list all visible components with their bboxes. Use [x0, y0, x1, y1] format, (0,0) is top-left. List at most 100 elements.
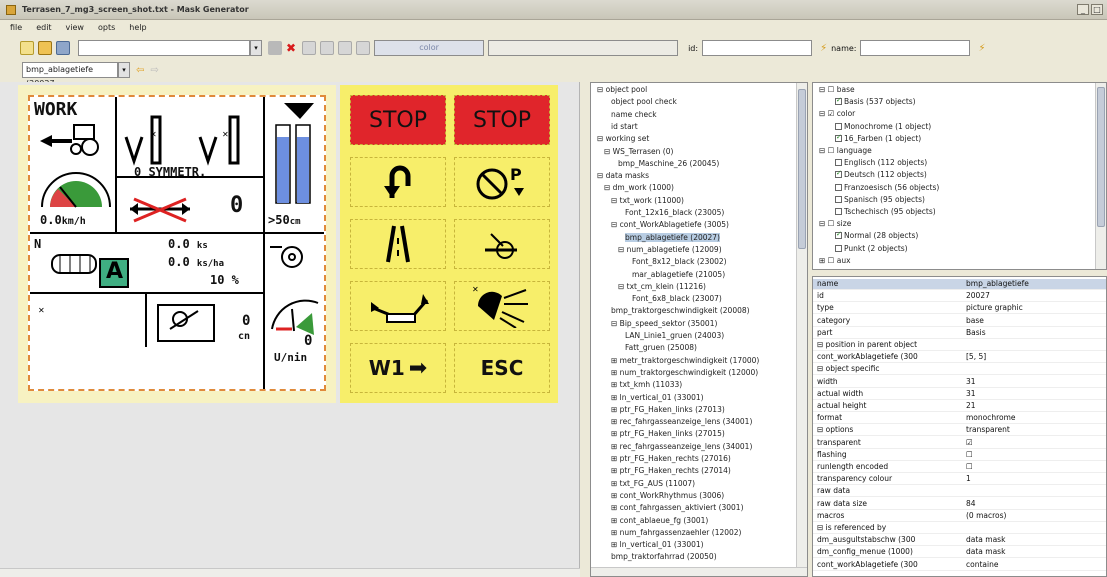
- property-value[interactable]: [5, 5]: [963, 352, 1105, 363]
- filter-node[interactable]: Normal (28 objects): [835, 230, 918, 240]
- tree-node[interactable]: Font_12x16_black (23005): [625, 208, 724, 217]
- selector-dropdown-icon[interactable]: ▾: [118, 62, 130, 78]
- property-row[interactable]: format monochrome: [813, 413, 1106, 425]
- copy-icon[interactable]: [302, 41, 317, 55]
- filter-node[interactable]: Deutsch (112 objects): [835, 169, 927, 179]
- property-value[interactable]: (0 macros): [963, 511, 1105, 522]
- property-row[interactable]: id 20027: [813, 291, 1106, 303]
- tree-node[interactable]: Fatt_gruen (25008): [625, 343, 697, 352]
- property-row[interactable]: transparency colour 1: [813, 474, 1106, 486]
- property-value[interactable]: [963, 523, 1105, 534]
- tree-scroll-thumb[interactable]: [798, 89, 806, 249]
- filter-scroll-thumb[interactable]: [1097, 87, 1105, 227]
- filter-panel[interactable]: ⊟ ☐ base Basis (537 objects) ⊟ ☑ color Mono…: [812, 82, 1107, 270]
- filter-node[interactable]: Franzoesisch (56 objects): [835, 183, 939, 192]
- search-name-icon[interactable]: ⚡: [978, 43, 985, 54]
- property-row[interactable]: runlength encoded ☐: [813, 462, 1106, 473]
- filter-checkbox[interactable]: [835, 169, 842, 179]
- settings-icon[interactable]: [268, 41, 282, 55]
- filter-node[interactable]: ⊟ ☐ size: [819, 219, 851, 228]
- filter-node[interactable]: Monochrome (1 object): [835, 122, 931, 131]
- tree-node[interactable]: bmp_traktorgeschwindigkeit (20008): [611, 306, 750, 315]
- property-value[interactable]: [963, 364, 1105, 375]
- property-row[interactable]: actual width 31: [813, 389, 1106, 400]
- tree-node[interactable]: bmp_traktorfahrrad (20050): [611, 552, 717, 561]
- tree-node[interactable]: bmp_Maschine_26 (20045): [618, 159, 719, 168]
- tree-node[interactable]: ⊞ num_fahrgassenzaehler (12002): [611, 528, 742, 537]
- property-row[interactable]: dm_config_menue (1000) data mask: [813, 547, 1106, 559]
- maximize-button[interactable]: □: [1091, 4, 1103, 15]
- property-value[interactable]: picture graphic: [963, 303, 1105, 314]
- tree-node[interactable]: ⊞ cont_WorkRhythmus (3006): [611, 491, 724, 500]
- property-value[interactable]: 31: [963, 377, 1105, 388]
- esc-key[interactable]: ESC: [454, 343, 550, 393]
- tree-node[interactable]: object pool check: [611, 97, 677, 106]
- save-icon[interactable]: [56, 41, 70, 55]
- property-value[interactable]: base: [963, 316, 1105, 327]
- combo-dropdown-icon[interactable]: ▾: [250, 40, 262, 56]
- tree-node[interactable]: ⊞ txt_kmh (11033): [611, 380, 682, 389]
- property-value[interactable]: transparent: [963, 425, 1105, 436]
- forward-arrow-icon[interactable]: ⇨: [150, 65, 158, 76]
- parking-key[interactable]: P: [454, 157, 550, 207]
- tree-node[interactable]: ⊞ cont_ablaeue_fg (3001): [611, 516, 708, 525]
- object-combo[interactable]: [78, 40, 250, 56]
- property-value[interactable]: ☐: [963, 450, 1105, 461]
- u-turn-key[interactable]: [350, 157, 446, 207]
- property-row[interactable]: flashing ☐: [813, 450, 1106, 461]
- tree-node[interactable]: LAN_Linie1_gruen (24003): [625, 331, 724, 340]
- menu-file[interactable]: file: [10, 23, 22, 32]
- paste-icon[interactable]: [320, 41, 335, 55]
- filter-node[interactable]: ⊞ ☐ aux: [819, 256, 851, 265]
- property-value[interactable]: 84: [963, 499, 1105, 510]
- tree-node[interactable]: ⊞ cont_fahrgassen_aktiviert (3001): [611, 503, 744, 512]
- tree-node[interactable]: ⊟ txt_cm_klein (11216): [618, 282, 706, 291]
- tree-node[interactable]: ⊞ ln_vertical_01 (33001): [611, 540, 704, 549]
- mask-canvas[interactable]: ✕ ✕ ✕ WORK 0.0km/h 0 SYMMETR. 0 >50cm N …: [0, 82, 580, 577]
- menu-view[interactable]: view: [66, 23, 84, 32]
- tree-node[interactable]: mar_ablagetiefe (21005): [632, 270, 725, 279]
- property-value[interactable]: data mask: [963, 535, 1105, 546]
- property-row[interactable]: ⊟ options transparent: [813, 425, 1106, 437]
- filter-checkbox[interactable]: [835, 230, 842, 240]
- filter-node[interactable]: Punkt (2 objects): [835, 244, 908, 253]
- back-arrow-icon[interactable]: ⇦: [136, 65, 144, 76]
- tree-node[interactable]: ⊞ num_traktorgeschwindigkeit (12000): [611, 368, 758, 377]
- property-row[interactable]: transparent ☑: [813, 438, 1106, 449]
- menu-help[interactable]: help: [129, 23, 146, 32]
- w1-next-key[interactable]: W1 ➡: [350, 343, 446, 393]
- property-row[interactable]: ⊟ position in parent object: [813, 340, 1106, 351]
- tree-node[interactable]: ⊟ cont_WorkAblagetiefe (3005): [611, 220, 729, 229]
- tree-node[interactable]: ⊟ object pool: [597, 85, 647, 94]
- canvas-horizontal-scrollbar[interactable]: [0, 568, 580, 577]
- filter-checkbox[interactable]: [835, 244, 842, 252]
- name-input[interactable]: [860, 40, 971, 56]
- property-row[interactable]: raw data: [813, 486, 1106, 498]
- tree-node[interactable]: ⊟ WS_Terrasen (0): [604, 147, 673, 156]
- property-value[interactable]: 31: [963, 389, 1105, 400]
- id-input[interactable]: [702, 40, 813, 56]
- marker-key[interactable]: [454, 219, 550, 269]
- tree-node[interactable]: ⊟ txt_work (11000): [611, 196, 684, 205]
- open-folder-icon[interactable]: [38, 41, 52, 55]
- property-value[interactable]: Basis: [963, 328, 1105, 339]
- minimize-button[interactable]: _: [1077, 4, 1089, 15]
- filter-checkbox[interactable]: [835, 183, 842, 191]
- property-row[interactable]: ⊟ is referenced by: [813, 523, 1106, 534]
- harrow-key[interactable]: [350, 281, 446, 331]
- tree-node[interactable]: bmp_ablagetiefe (20027): [625, 232, 720, 242]
- property-value[interactable]: ☑: [963, 438, 1105, 449]
- filter-node[interactable]: Englisch (112 objects): [835, 158, 927, 167]
- tree-node[interactable]: Font_6x8_black (23007): [632, 294, 722, 303]
- filter-node[interactable]: ⊟ ☐ language: [819, 146, 872, 155]
- menu-edit[interactable]: edit: [36, 23, 51, 32]
- property-panel[interactable]: name bmp_ablagetiefe id 20027 type picture gr…: [812, 276, 1107, 577]
- filter-checkbox[interactable]: [835, 96, 842, 106]
- tree-node[interactable]: ⊟ num_ablagetiefe (12009): [618, 245, 722, 254]
- property-value[interactable]: [963, 340, 1105, 351]
- tree-node[interactable]: name check: [611, 110, 657, 119]
- property-value[interactable]: 21: [963, 401, 1105, 412]
- filter-node[interactable]: ⊟ ☑ color: [819, 109, 855, 118]
- property-value[interactable]: 20027: [963, 291, 1105, 302]
- filter-checkbox[interactable]: [835, 159, 842, 167]
